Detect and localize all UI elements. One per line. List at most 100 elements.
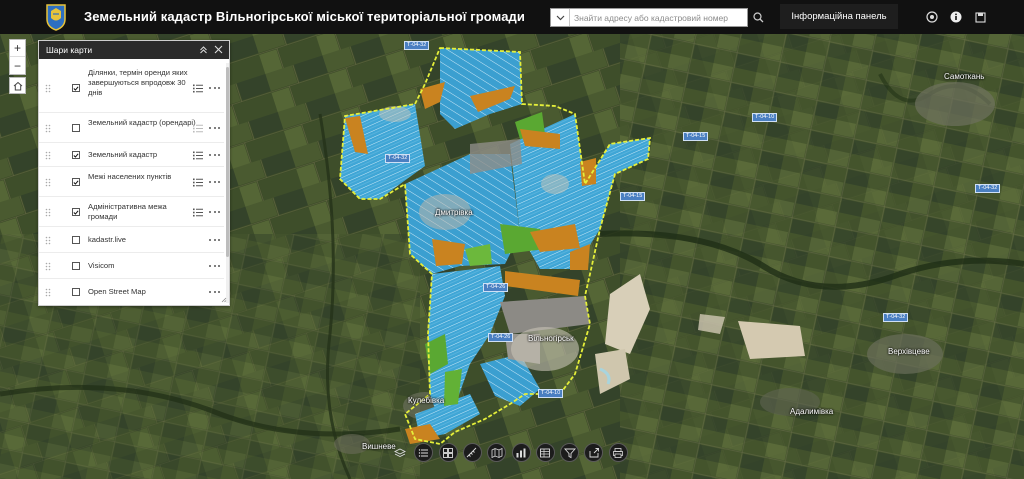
layer-label: Ділянки, термін оренди яких завершуються…	[88, 68, 188, 97]
more-options-icon[interactable]	[209, 178, 220, 187]
drag-handle-icon[interactable]	[45, 151, 51, 160]
place-label: Самоткань	[944, 72, 985, 81]
layer-item[interactable]: Visicom	[39, 253, 224, 279]
chart-button[interactable]	[511, 443, 531, 462]
print-icon	[613, 447, 624, 458]
layer-visibility-checkbox[interactable]	[72, 84, 80, 92]
table-icon	[540, 448, 551, 457]
panel-title: Шари карти	[46, 45, 93, 55]
zoom-control: + −	[9, 39, 26, 75]
info-panel-button[interactable]: Інформаційна панель	[780, 4, 898, 29]
more-options-icon[interactable]	[209, 236, 220, 245]
layer-label: kadastr.live	[88, 235, 126, 244]
collapse-icon[interactable]	[199, 45, 208, 54]
more-options-icon[interactable]	[209, 124, 220, 133]
print-button[interactable]	[608, 443, 628, 462]
share-button[interactable]	[924, 9, 940, 25]
layer-item[interactable]: Земельний кадастр	[39, 143, 224, 167]
layer-visibility-checkbox[interactable]	[72, 208, 80, 216]
layer-item[interactable]: kadastr.live	[39, 227, 224, 253]
layer-label: Земельний кадастр	[88, 150, 158, 159]
layers-button[interactable]	[390, 443, 409, 462]
info-button[interactable]	[948, 9, 964, 25]
legend-list-icon[interactable]	[193, 151, 203, 160]
legend-list-icon[interactable]	[193, 208, 203, 217]
chevron-down-icon	[556, 15, 564, 20]
list-icon	[418, 448, 428, 457]
zoom-in-button[interactable]: +	[10, 40, 25, 57]
more-options-icon[interactable]	[209, 288, 220, 297]
search-input[interactable]	[570, 9, 747, 26]
legend-list-icon[interactable]	[193, 178, 203, 187]
search-box	[550, 8, 748, 27]
table-button[interactable]	[535, 443, 555, 462]
home-button[interactable]	[9, 77, 26, 94]
layer-item[interactable]: Адміністративна межа громади	[39, 197, 224, 227]
more-options-icon[interactable]	[209, 151, 220, 160]
resize-grip-icon[interactable]	[221, 297, 227, 303]
layer-list: Ділянки, термін оренди яких завершуються…	[39, 59, 229, 304]
road-badge: Т-04-32	[883, 313, 909, 322]
road-badge: Т-04-15	[620, 192, 646, 201]
save-button[interactable]	[972, 9, 988, 25]
layer-visibility-checkbox[interactable]	[72, 124, 80, 132]
measure-icon	[467, 447, 477, 457]
drag-handle-icon[interactable]	[45, 84, 51, 93]
layer-item[interactable]: Межі населених пунктів	[39, 167, 224, 197]
place-label: Вільногірськ	[528, 334, 574, 343]
grid-icon	[443, 447, 454, 458]
layer-label: Open Street Map	[88, 287, 146, 296]
layer-label: Земельний кадастр (орендарі)	[88, 118, 196, 127]
road-badge: Т-04-32	[385, 154, 411, 163]
road-badge: Т-04-15	[683, 132, 709, 141]
place-label: Верхівцеве	[888, 347, 930, 356]
measure-button[interactable]	[462, 443, 482, 462]
drag-handle-icon[interactable]	[45, 236, 51, 245]
place-label: Дмитрівка	[435, 208, 473, 217]
layer-visibility-checkbox[interactable]	[72, 151, 80, 159]
drag-handle-icon[interactable]	[45, 178, 51, 187]
close-icon[interactable]	[214, 45, 223, 54]
layer-visibility-checkbox[interactable]	[72, 288, 80, 296]
legend-list-icon[interactable]	[193, 84, 203, 93]
road-badge: Т-04-32	[975, 184, 1001, 193]
filter-button[interactable]	[560, 443, 580, 462]
layer-visibility-checkbox[interactable]	[72, 178, 80, 186]
road-badge: Т-04-26	[483, 283, 509, 292]
layers-icon	[393, 447, 406, 457]
plus-icon: +	[13, 41, 21, 55]
layer-visibility-checkbox[interactable]	[72, 236, 80, 244]
road-badge: Т-04-32	[404, 41, 430, 50]
home-icon	[13, 81, 22, 90]
more-options-icon[interactable]	[209, 84, 220, 93]
layer-item[interactable]: Земельний кадастр (орендарі)	[39, 113, 224, 143]
eye-icon	[926, 11, 938, 23]
layer-visibility-checkbox[interactable]	[72, 262, 80, 270]
zoom-out-button[interactable]: −	[10, 57, 25, 74]
layer-item[interactable]: Ділянки, термін оренди яких завершуються…	[39, 63, 224, 113]
layer-list-button[interactable]	[438, 443, 458, 462]
scrollbar-thumb[interactable]	[226, 67, 229, 257]
legend-list-icon[interactable]	[193, 124, 203, 133]
app-header: Земельний кадастр Вільногірської міської…	[0, 0, 1024, 34]
drag-handle-icon[interactable]	[45, 288, 51, 297]
export-icon	[589, 447, 599, 457]
drag-handle-icon[interactable]	[45, 262, 51, 271]
search-icon	[752, 11, 763, 22]
layer-item[interactable]: Open Street Map	[39, 279, 224, 304]
checkmark-icon	[73, 85, 79, 91]
search-source-dropdown[interactable]	[551, 9, 570, 26]
drag-handle-icon[interactable]	[45, 124, 51, 133]
layer-label: Visicom	[88, 261, 115, 270]
save-icon	[974, 11, 986, 23]
panel-header: Шари карти	[39, 41, 229, 59]
scrollbar[interactable]	[226, 63, 229, 303]
road-badge: Т-04-26	[488, 333, 514, 342]
drag-handle-icon[interactable]	[45, 208, 51, 217]
search-button[interactable]	[750, 9, 766, 25]
app-title: Земельний кадастр Вільногірської міської…	[84, 9, 525, 24]
basemap-icon	[491, 447, 503, 458]
more-options-icon[interactable]	[209, 208, 220, 217]
road-badge: Т-04-10	[538, 389, 564, 398]
more-options-icon[interactable]	[209, 262, 220, 271]
